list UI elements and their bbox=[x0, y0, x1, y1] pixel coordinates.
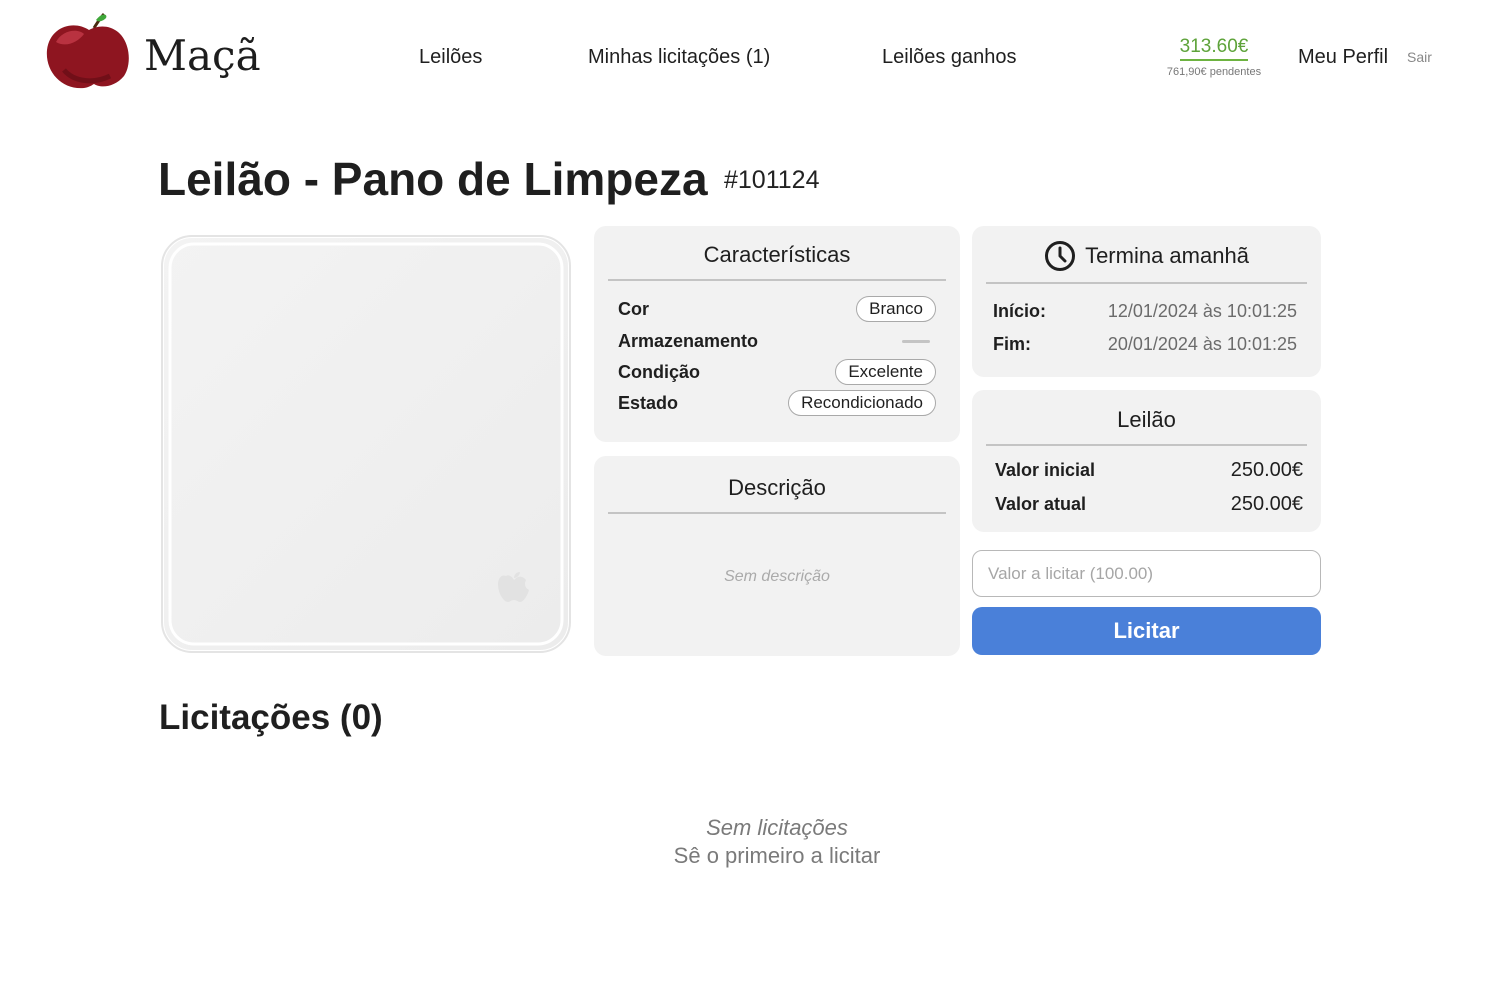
specs-card: Características Cor Branco Armazenamento… bbox=[594, 226, 960, 442]
balance-amount[interactable]: 313.60€ bbox=[1179, 36, 1249, 61]
logout-link[interactable]: Sair bbox=[1407, 49, 1432, 65]
start-value: 12/01/2024 às 10:01:25 bbox=[1107, 301, 1297, 321]
bid-amount-input[interactable] bbox=[972, 550, 1321, 597]
spec-label: Estado bbox=[618, 392, 679, 413]
initial-price-row: Valor inicial 250.00€ bbox=[995, 458, 1303, 482]
nav-minhas-licitacoes[interactable]: Minhas licitações (1) bbox=[588, 44, 770, 70]
spec-row-condicao: Condição Excelente bbox=[618, 359, 936, 385]
page-title: Leilão - Pano de Limpeza bbox=[158, 153, 708, 205]
divider bbox=[608, 279, 946, 281]
apple-logo-icon[interactable] bbox=[44, 12, 134, 92]
initial-price-label: Valor inicial bbox=[995, 460, 1096, 480]
bids-empty-title: Sem licitações bbox=[706, 815, 848, 840]
current-price-value: 250.00€ bbox=[1230, 493, 1303, 515]
spec-row-estado: Estado Recondicionado bbox=[618, 390, 936, 416]
profile-link[interactable]: Meu Perfil bbox=[1298, 44, 1388, 70]
wallet-balance: 313.60€ 761,90€ pendentes bbox=[1150, 36, 1278, 78]
bids-empty-cta: Sê o primeiro a licitar bbox=[673, 843, 881, 868]
pricing-card: Leilão Valor inicial 250.00€ Valor atual… bbox=[972, 390, 1321, 532]
spec-row-cor: Cor Branco bbox=[618, 296, 936, 322]
nav-leiloes-ganhos[interactable]: Leilões ganhos bbox=[882, 44, 1017, 70]
clock-icon bbox=[1045, 241, 1076, 271]
bids-empty-state: Sem licitações Sê o primeiro a licitar bbox=[577, 814, 977, 870]
timing-header: Termina amanhã bbox=[972, 226, 1321, 282]
description-title: Descrição bbox=[728, 475, 826, 500]
current-price-label: Valor atual bbox=[995, 494, 1087, 514]
spec-label: Condição bbox=[618, 361, 701, 382]
spec-label: Armazenamento bbox=[618, 330, 759, 351]
brand-name[interactable]: Maçã bbox=[144, 30, 261, 82]
start-label: Início: bbox=[993, 301, 1046, 321]
bid-button[interactable]: Licitar bbox=[972, 607, 1321, 655]
nav-leiloes[interactable]: Leilões bbox=[419, 44, 482, 70]
pricing-title: Leilão bbox=[1117, 407, 1176, 432]
specs-title: Características bbox=[703, 242, 851, 267]
pending-amount: 761,90€ pendentes bbox=[1166, 66, 1262, 78]
auction-id: #101124 bbox=[724, 166, 820, 194]
spec-pill-condition: Excelente bbox=[835, 359, 936, 385]
initial-price-value: 250.00€ bbox=[1230, 459, 1303, 481]
top-navbar: Maçã Leilões Minhas licitações (1) Leilõ… bbox=[0, 0, 1496, 110]
timing-title: Termina amanhã bbox=[1085, 243, 1249, 268]
spec-pill-color: Branco bbox=[856, 296, 936, 322]
bids-title: Licitações (0) bbox=[159, 698, 383, 737]
spec-row-armazenamento: Armazenamento bbox=[618, 328, 936, 354]
spec-empty-dash bbox=[902, 339, 930, 343]
start-time-row: Início: 12/01/2024 às 10:01:25 bbox=[993, 299, 1297, 323]
end-label: Fim: bbox=[993, 334, 1031, 354]
description-empty-text: Sem descrição bbox=[724, 568, 830, 585]
timing-card: Termina amanhã Início: 12/01/2024 às 10:… bbox=[972, 226, 1321, 377]
product-image bbox=[158, 232, 574, 656]
divider bbox=[986, 282, 1307, 284]
divider bbox=[608, 512, 946, 514]
end-time-row: Fim: 20/01/2024 às 10:01:25 bbox=[993, 332, 1297, 356]
divider bbox=[986, 444, 1307, 446]
end-value: 20/01/2024 às 10:01:25 bbox=[1107, 334, 1297, 354]
current-price-row: Valor atual 250.00€ bbox=[995, 492, 1303, 516]
spec-pill-state: Recondicionado bbox=[788, 390, 936, 416]
description-card: Descrição Sem descrição bbox=[594, 456, 960, 656]
spec-label: Cor bbox=[618, 298, 649, 319]
